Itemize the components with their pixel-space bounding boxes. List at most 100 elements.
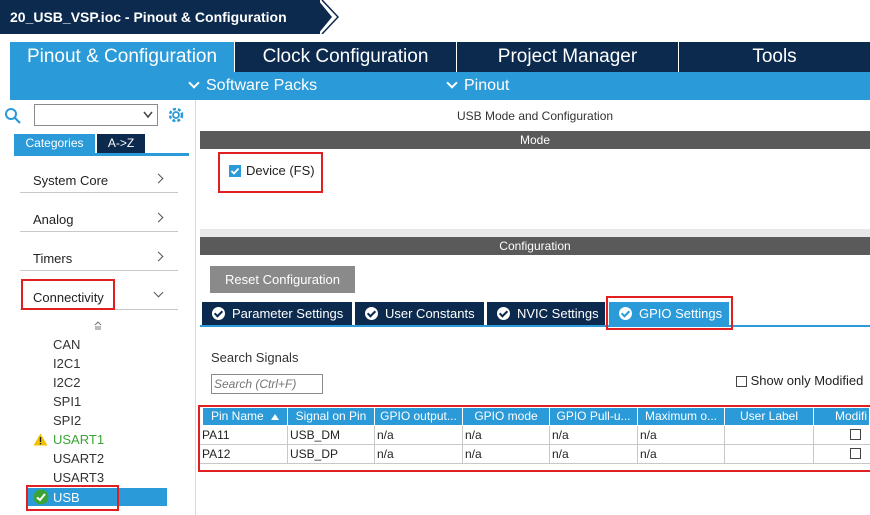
reset-configuration-button[interactable]: Reset Configuration — [210, 266, 355, 293]
category-label: Timers — [33, 251, 73, 266]
category-label: Analog — [33, 212, 74, 227]
peripheral-i2c2[interactable]: I2C2 — [53, 375, 80, 390]
peripheral-usart2[interactable]: USART2 — [53, 451, 104, 466]
tab-categories[interactable]: Categories — [14, 134, 95, 153]
peripheral-usart1[interactable]: USART1 — [53, 432, 104, 447]
column-header-modified[interactable]: Modifi — [814, 408, 870, 425]
warning-icon — [33, 433, 48, 446]
category-timers[interactable]: Timers — [20, 241, 178, 271]
cell-maximum-output: n/a — [638, 426, 725, 445]
software-packs-menu[interactable]: Software Packs — [188, 77, 318, 95]
tab-pinout-configuration[interactable]: Pinout & Configuration — [10, 42, 235, 72]
breadcrumb: 20_USB_VSP.ioc - Pinout & Configuration — [0, 0, 870, 34]
column-header-pin-name[interactable]: Pin Name — [203, 408, 288, 425]
column-header-user-label[interactable]: User Label — [725, 408, 814, 425]
cell-gpio-output: n/a — [375, 426, 463, 445]
chevron-right-icon — [153, 251, 164, 262]
category-connectivity[interactable]: Connectivity — [20, 280, 178, 310]
check-circle-icon — [365, 307, 378, 320]
tab-label: NVIC Settings — [517, 306, 599, 321]
column-header-gpio-mode[interactable]: GPIO mode — [463, 408, 550, 425]
chevron-down-icon — [446, 77, 458, 89]
column-header-maximum-output[interactable]: Maximum o... — [638, 408, 725, 425]
mode-panel: Device (FS) — [200, 149, 870, 229]
cell-signal: USB_DP — [288, 445, 375, 464]
tab-user-constants[interactable]: User Constants — [355, 302, 484, 325]
peripheral-usb[interactable]: USB — [53, 490, 80, 505]
chevron-down-icon — [188, 77, 200, 89]
tab-label: GPIO Settings — [639, 306, 723, 321]
check-icon — [230, 167, 240, 175]
tab-a-to-z[interactable]: A->Z — [97, 134, 145, 153]
check-circle-icon — [33, 489, 49, 505]
tab-project-manager[interactable]: Project Manager — [457, 42, 679, 72]
search-signals-label: Search Signals — [211, 350, 299, 365]
pinout-menu[interactable]: Pinout — [446, 77, 510, 95]
chevron-down-icon — [143, 111, 153, 119]
modified-checkbox[interactable] — [850, 429, 861, 440]
category-label: Connectivity — [33, 290, 104, 305]
breadcrumb-title[interactable]: 20_USB_VSP.ioc - Pinout & Configuration — [0, 0, 320, 34]
cell-gpio-pull: n/a — [550, 426, 638, 445]
search-signals-input[interactable] — [211, 374, 323, 394]
cell-modified — [814, 426, 870, 445]
category-system-core[interactable]: System Core — [20, 163, 178, 193]
divider — [200, 229, 870, 237]
sort-icon[interactable] — [94, 321, 102, 333]
search-icon[interactable] — [4, 107, 22, 125]
cell-maximum-output: n/a — [638, 445, 725, 464]
show-only-modified[interactable]: Show only Modified — [736, 373, 863, 388]
configuration-header: Configuration — [200, 237, 870, 255]
device-fs-checkbox[interactable] — [229, 165, 241, 177]
main-tabs: Pinout & Configuration Clock Configurati… — [10, 42, 870, 72]
tab-gpio-settings[interactable]: GPIO Settings — [609, 302, 729, 325]
check-circle-icon — [212, 307, 225, 320]
gear-icon[interactable] — [166, 105, 186, 125]
peripheral-i2c1[interactable]: I2C1 — [53, 356, 80, 371]
cell-modified — [814, 445, 870, 464]
software-packs-label: Software Packs — [206, 77, 318, 94]
header-label: Pin Name — [210, 409, 264, 423]
check-circle-icon — [619, 307, 632, 320]
cell-gpio-mode: n/a — [463, 445, 550, 464]
cell-pin-name: PA11 — [200, 426, 288, 445]
sub-toolbar: Software Packs Pinout — [10, 72, 870, 100]
show-only-modified-label: Show only Modified — [750, 373, 864, 388]
peripheral-spi2[interactable]: SPI2 — [53, 413, 81, 428]
cell-pin-name: PA12 — [200, 445, 288, 464]
tab-parameter-settings[interactable]: Parameter Settings — [202, 302, 352, 325]
tabs-underline — [14, 153, 189, 156]
column-header-gpio-output[interactable]: GPIO output... — [375, 408, 463, 425]
tab-label: Parameter Settings — [232, 306, 344, 321]
chevron-down-icon — [153, 287, 164, 298]
cell-signal: USB_DM — [288, 426, 375, 445]
pinout-label: Pinout — [464, 77, 510, 94]
breadcrumb-separator-icon — [321, 0, 340, 34]
tab-clock-configuration[interactable]: Clock Configuration — [235, 42, 457, 72]
search-combobox[interactable] — [34, 104, 158, 126]
show-only-modified-checkbox[interactable] — [736, 376, 747, 388]
peripheral-spi1[interactable]: SPI1 — [53, 394, 81, 409]
tab-label: User Constants — [385, 306, 475, 321]
chevron-right-icon — [153, 173, 164, 184]
cell-gpio-mode: n/a — [463, 426, 550, 445]
category-label: System Core — [33, 173, 109, 188]
cell-gpio-output: n/a — [375, 445, 463, 464]
chevron-right-icon — [153, 212, 164, 223]
peripheral-can[interactable]: CAN — [53, 337, 80, 352]
cell-user-label[interactable] — [725, 426, 814, 445]
table-row[interactable]: PA12 USB_DP n/a n/a n/a n/a — [200, 445, 870, 464]
modified-checkbox[interactable] — [850, 448, 861, 459]
cell-user-label[interactable] — [725, 445, 814, 464]
category-analog[interactable]: Analog — [20, 202, 178, 232]
sort-ascending-icon — [271, 413, 280, 420]
column-header-signal[interactable]: Signal on Pin — [288, 408, 375, 425]
table-row[interactable]: PA11 USB_DM n/a n/a n/a n/a — [200, 426, 870, 445]
tab-nvic-settings[interactable]: NVIC Settings — [487, 302, 605, 325]
device-fs-label: Device (FS) — [246, 163, 315, 178]
mode-header: Mode — [200, 131, 870, 149]
column-header-gpio-pull[interactable]: GPIO Pull-u... — [550, 408, 638, 425]
peripheral-usart3[interactable]: USART3 — [53, 470, 104, 485]
tab-tools[interactable]: Tools — [679, 42, 870, 72]
cell-gpio-pull: n/a — [550, 445, 638, 464]
